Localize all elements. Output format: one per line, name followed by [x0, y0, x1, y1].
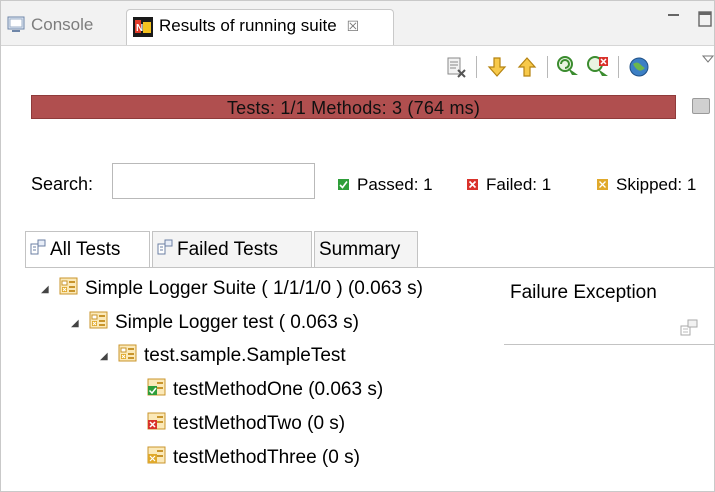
method-passed-icon — [147, 378, 167, 402]
failed-counter: Failed: 1 — [467, 175, 551, 195]
toolbar-separator — [547, 56, 548, 78]
tree-item-class[interactable]: ◢ test.sample.SampleTest — [100, 341, 346, 371]
expand-arrow-icon[interactable]: ◢ — [41, 284, 53, 295]
tab-all-tests[interactable]: All Tests — [25, 231, 150, 267]
results-toolbar — [441, 53, 654, 81]
tab-all-tests-label: All Tests — [50, 238, 121, 260]
tree-item-method[interactable]: testMethodOne (0.063 s) — [147, 375, 383, 405]
test-progress-bar: Tests: 1/1 Methods: 3 (764 ms) — [31, 95, 676, 119]
console-icon — [7, 16, 25, 38]
view-menu-icon[interactable] — [701, 53, 715, 73]
maximize-icon[interactable] — [698, 11, 712, 30]
globe-icon[interactable] — [626, 54, 652, 80]
view-tab-strip: Console N Results of running suite ☒ — [1, 1, 714, 46]
tab-console[interactable]: Console — [7, 9, 93, 45]
toolbar-separator — [618, 56, 619, 78]
passed-icon — [338, 175, 349, 195]
testng-icon: N — [133, 17, 153, 42]
close-icon[interactable]: ☒ — [347, 18, 360, 35]
expand-arrow-icon[interactable]: ◢ — [71, 318, 83, 329]
minimize-icon[interactable] — [667, 11, 681, 28]
tab-summary-label: Summary — [319, 238, 401, 260]
tab-divider — [25, 267, 714, 268]
tab-console-label: Console — [31, 15, 94, 34]
failure-exception-title: Failure Exception — [510, 282, 657, 303]
tab-summary[interactable]: Summary — [314, 231, 418, 267]
skipped-count: Skipped: 1 — [616, 175, 697, 194]
tab-results[interactable]: N Results of running suite ☒ — [126, 9, 394, 45]
expand-arrow-icon[interactable]: ◢ — [100, 351, 112, 362]
tree-item-method[interactable]: testMethodThree (0 s) — [147, 443, 360, 473]
tree-icon — [30, 239, 46, 261]
tree-item-suite[interactable]: ◢ Simple Logger Suite ( 1/1/1/0 ) (0.063… — [41, 274, 423, 304]
tree-item-method-label: testMethodThree (0 s) — [173, 447, 360, 468]
search-label: Search: — [31, 174, 94, 194]
toolbar-separator — [476, 56, 477, 78]
rerun-icon[interactable] — [555, 54, 581, 80]
failure-panel-divider — [504, 344, 714, 345]
test-skipped-icon — [89, 311, 109, 335]
rerun-failed-icon[interactable] — [585, 54, 611, 80]
passed-count: Passed: 1 — [357, 175, 433, 194]
tab-failed-tests[interactable]: Failed Tests — [152, 231, 312, 267]
clear-results-icon[interactable] — [443, 54, 469, 80]
passed-counter: Passed: 1 — [338, 175, 433, 195]
previous-failure-icon[interactable] — [514, 54, 540, 80]
svg-text:N: N — [136, 23, 143, 34]
tab-results-label: Results of running suite — [159, 16, 337, 35]
search-input[interactable] — [112, 163, 315, 199]
tree-item-method[interactable]: testMethodTwo (0 s) — [147, 409, 345, 439]
layout-toggle-icon[interactable] — [692, 98, 710, 114]
progress-summary: Tests: 1/1 Methods: 3 (764 ms) — [226, 98, 481, 118]
tree-item-method-label: testMethodOne (0.063 s) — [173, 379, 384, 400]
skipped-icon — [597, 175, 608, 195]
tree-item-test-label: Simple Logger test ( 0.063 s) — [115, 312, 359, 333]
tab-failed-tests-label: Failed Tests — [177, 238, 279, 260]
suite-skipped-icon — [59, 277, 79, 301]
tree-icon — [157, 239, 173, 261]
next-failure-icon[interactable] — [484, 54, 510, 80]
class-skipped-icon — [118, 344, 138, 368]
results-view: Console N Results of running suite ☒ Tes… — [0, 0, 715, 492]
tree-item-suite-label: Simple Logger Suite ( 1/1/1/0 ) (0.063 s… — [85, 278, 423, 299]
failed-icon — [467, 175, 478, 195]
method-skipped-icon — [147, 446, 167, 470]
failed-count: Failed: 1 — [486, 175, 552, 194]
method-failed-icon — [147, 412, 167, 436]
skipped-counter: Skipped: 1 — [597, 175, 696, 195]
compare-icon[interactable] — [680, 319, 698, 342]
tree-item-method-label: testMethodTwo (0 s) — [173, 413, 346, 434]
tree-item-class-label: test.sample.SampleTest — [144, 345, 346, 366]
tree-item-test[interactable]: ◢ Simple Logger test ( 0.063 s) — [71, 308, 359, 338]
